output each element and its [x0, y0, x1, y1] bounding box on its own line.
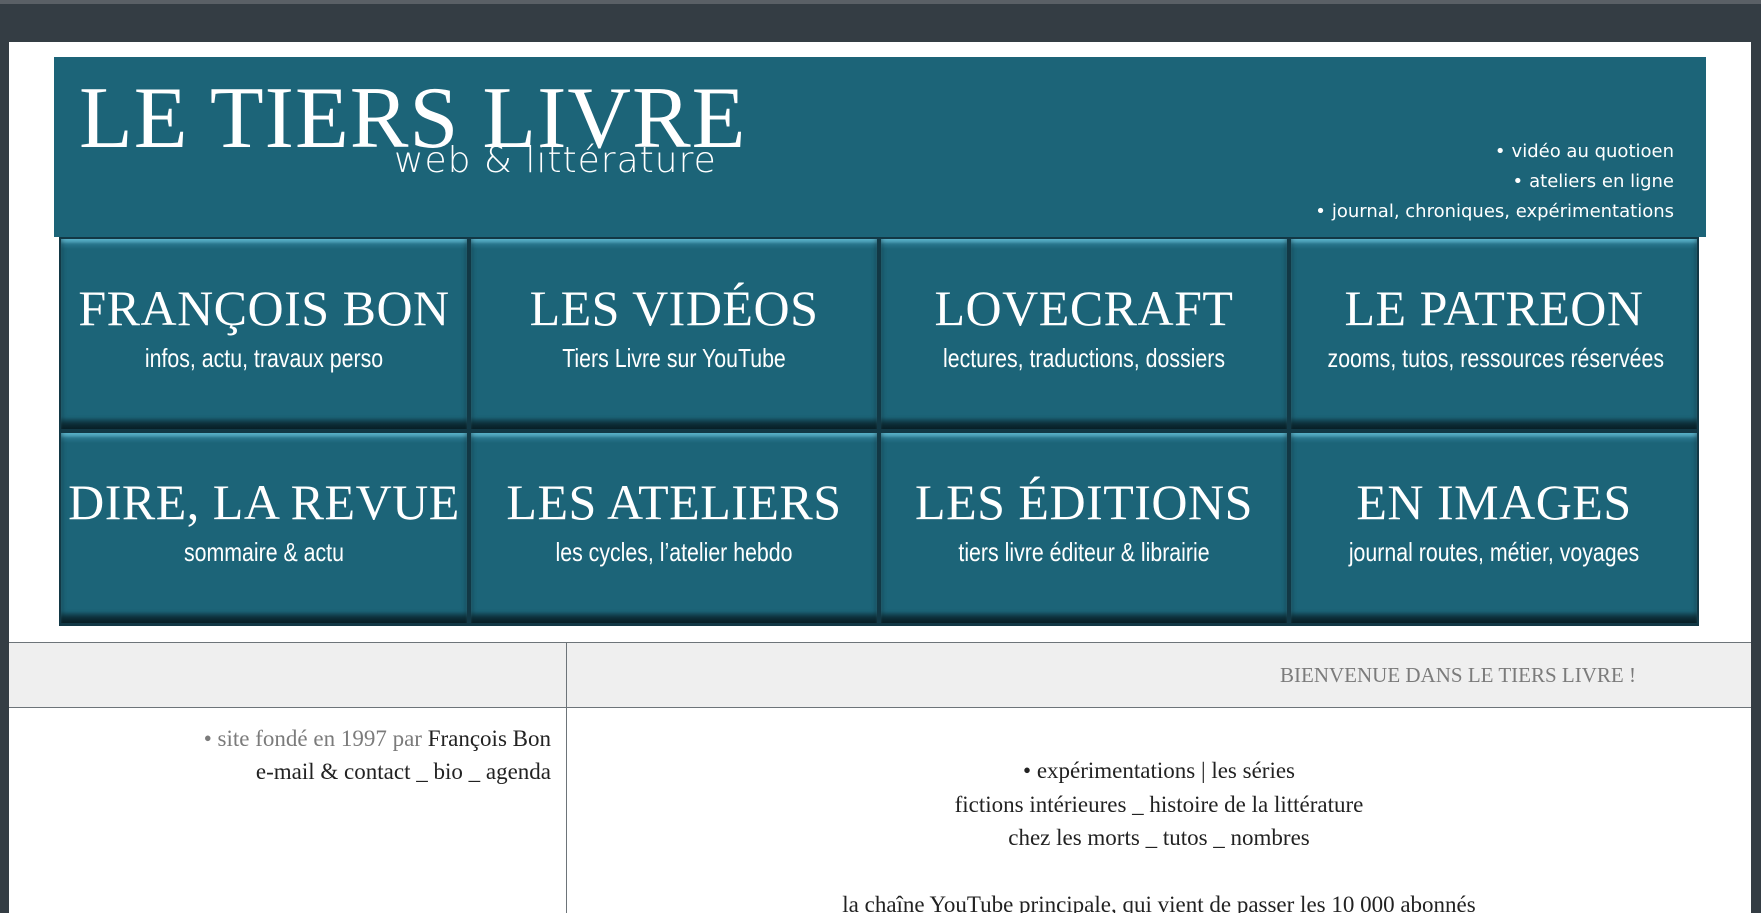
separator: | [1200, 758, 1206, 783]
agenda-link[interactable]: agenda [486, 759, 551, 784]
tile-subtitle: journal routes, métier, voyages [1348, 537, 1640, 567]
site-banner[interactable]: LE TIERS LIVRE web & littérature • vidéo … [54, 57, 1706, 237]
tile-subtitle: zooms, tutos, ressources réservées [1327, 343, 1665, 373]
tile-lovecraft[interactable]: LOVECRAFT lectures, traductions, dossier… [881, 239, 1287, 429]
author-link[interactable]: François Bon [428, 726, 551, 751]
tile-dire-la-revue[interactable]: DIRE, LA REVUE sommaire & actu [61, 433, 467, 623]
separator: _ [1213, 825, 1225, 850]
tile-title: LES ÉDITIONS [915, 474, 1253, 530]
histoire-link[interactable]: histoire de la littérature [1149, 792, 1363, 817]
links-line-2: fictions intérieures _ histoire de la li… [567, 788, 1751, 822]
site-subtitle: web & littérature [394, 140, 717, 181]
tile-title: LOVECRAFT [934, 280, 1234, 336]
tile-les-editions[interactable]: LES ÉDITIONS tiers livre éditeur & libra… [881, 433, 1287, 623]
contact-line: e-mail & contact _ bio _ agenda [204, 755, 551, 788]
tile-subtitle: sommaire & actu [184, 537, 344, 567]
separator: _ [416, 759, 428, 784]
banner-link-video[interactable]: • vidéo au quotioen [1315, 137, 1674, 167]
separator: _ [468, 759, 481, 784]
series-link[interactable]: les séries [1211, 758, 1295, 783]
chez-les-morts-link[interactable]: chez les morts [1008, 825, 1140, 850]
table-header-right: BIENVENUE DANS LE TIERS LIVRE ! [567, 643, 1751, 708]
tile-francois-bon[interactable]: FRANÇOIS BON infos, actu, travaux perso [61, 239, 467, 429]
bullet-icon: • [1315, 201, 1326, 222]
experimentations-link[interactable]: expérimentations [1037, 758, 1195, 783]
links-line-1: • expérimentations | les séries [567, 754, 1751, 788]
left-column: • site fondé en 1997 par François Bon e-… [9, 708, 567, 913]
tile-les-ateliers[interactable]: LES ATELIERS les cycles, l’atelier hebdo [471, 433, 877, 623]
banner-links: • vidéo au quotioen • ateliers en ligne • j… [1315, 137, 1674, 227]
bullet-icon: • [1494, 141, 1506, 162]
page: LE TIERS LIVRE web & littérature • vidéo … [9, 42, 1751, 913]
tile-subtitle: Tiers Livre sur YouTube [562, 343, 786, 373]
separator: _ [1145, 825, 1158, 850]
window-top-edge [0, 0, 1761, 4]
tile-title: DIRE, LA REVUE [68, 474, 460, 530]
tile-title: LES ATELIERS [506, 474, 842, 530]
tile-title: LE PATREON [1344, 280, 1644, 336]
welcome-heading: BIENVENUE DANS LE TIERS LIVRE ! [1280, 663, 1636, 687]
youtube-line[interactable]: la chaîne YouTube principale, qui vient … [567, 888, 1751, 913]
bullet-icon: • [1512, 171, 1524, 192]
tile-subtitle: tiers livre éditeur & librairie [958, 537, 1210, 567]
right-column: • expérimentations | les séries fictions… [567, 708, 1751, 913]
section-links: • expérimentations | les séries fictions… [567, 754, 1751, 913]
tile-title: FRANÇOIS BON [78, 280, 450, 336]
tile-subtitle: infos, actu, travaux perso [144, 343, 384, 373]
links-line-3: chez les morts _ tutos _ nombres [567, 821, 1751, 855]
tile-en-images[interactable]: EN IMAGES journal routes, métier, voyage… [1291, 433, 1697, 623]
tile-subtitle: les cycles, l’atelier hebdo [555, 537, 793, 567]
banner-link-journal[interactable]: • journal, chroniques, expérimentations [1315, 197, 1674, 227]
tutos-link[interactable]: tutos [1163, 825, 1208, 850]
site-info: • site fondé en 1997 par François Bon e-… [204, 722, 551, 788]
content-table: BIENVENUE DANS LE TIERS LIVRE ! • site f… [9, 642, 1751, 913]
founded-line: • site fondé en 1997 par François Bon [204, 722, 551, 755]
tile-title: LES VIDÉOS [529, 280, 819, 336]
founded-text: • site fondé en 1997 par [203, 726, 422, 751]
bio-link[interactable]: bio [433, 759, 462, 784]
banner-link-ateliers[interactable]: • ateliers en ligne [1315, 167, 1674, 197]
nombres-link[interactable]: nombres [1231, 825, 1310, 850]
table-header-left [9, 643, 567, 708]
contact-link[interactable]: e-mail & contact [256, 759, 411, 784]
separator: _ [1132, 791, 1144, 817]
fictions-link[interactable]: fictions intérieures [955, 792, 1127, 817]
tile-subtitle: lectures, traductions, dossiers [942, 343, 1226, 373]
section-tiles: FRANÇOIS BON infos, actu, travaux perso … [59, 237, 1699, 626]
tile-title: EN IMAGES [1356, 474, 1632, 530]
tile-les-videos[interactable]: LES VIDÉOS Tiers Livre sur YouTube [471, 239, 877, 429]
tile-le-patreon[interactable]: LE PATREON zooms, tutos, ressources rése… [1291, 239, 1697, 429]
bullet-icon: • [1023, 758, 1032, 783]
